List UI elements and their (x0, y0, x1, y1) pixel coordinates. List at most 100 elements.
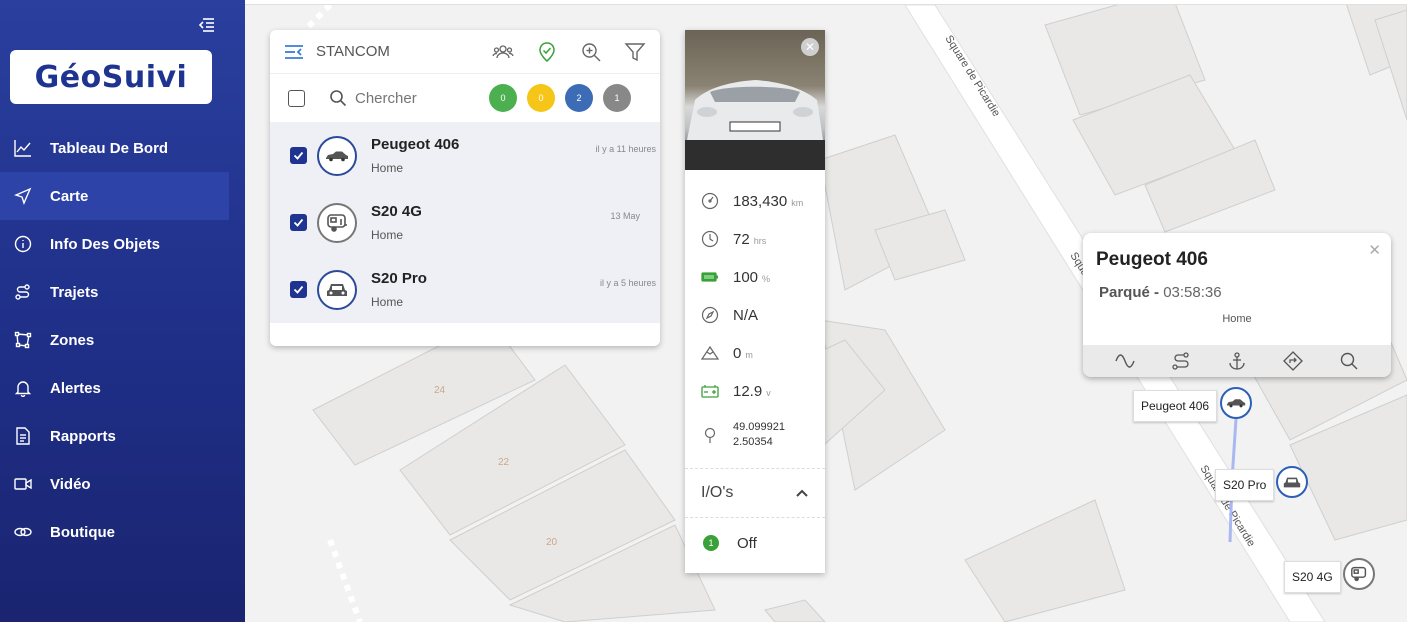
document-icon (16, 427, 30, 445)
io-index-badge: 1 (703, 535, 719, 551)
info-icon (14, 235, 32, 253)
io-row: 1 Off (685, 518, 825, 568)
search-row: 0 0 2 1 (270, 74, 660, 122)
item-location: Home (371, 228, 404, 242)
sedan-marker-icon[interactable] (1220, 387, 1252, 419)
history-wave-icon[interactable] (1115, 351, 1135, 371)
search-input[interactable] (355, 89, 485, 107)
trailer-icon (317, 202, 357, 243)
sidebar-item-alertes[interactable]: Alertes (0, 364, 245, 412)
sidebar-item-label: Rapports (50, 427, 116, 445)
building-number: 24 (434, 385, 446, 396)
select-all-checkbox[interactable] (288, 89, 305, 107)
parked-count-badge[interactable]: 2 (565, 84, 593, 112)
car-battery-icon (701, 385, 719, 398)
sidebar-item-boutique[interactable]: Boutique (0, 508, 245, 556)
search-icon (330, 90, 347, 107)
mountain-icon (701, 345, 719, 360)
sidebar-item-label: Trajets (50, 283, 99, 301)
route-icon (15, 284, 30, 300)
latitude-value: 49.099921 (733, 421, 785, 433)
collapse-menu-icon[interactable] (198, 16, 216, 34)
object-list: Peugeot 406 Home il y a 11 heures S20 4G… (270, 122, 660, 323)
io-value: Off (737, 534, 757, 552)
sidebar-item-info-des-objets[interactable]: Info Des Objets (0, 220, 245, 268)
compass-icon (701, 306, 719, 324)
trailer-marker-icon[interactable] (1343, 558, 1375, 590)
item-name: S20 Pro (371, 270, 427, 287)
building-number: 22 (498, 457, 510, 468)
item-name: Peugeot 406 (371, 136, 460, 153)
sidebar-item-tableau-de-bord[interactable]: Tableau De Bord (0, 124, 245, 172)
cart-icon (14, 527, 32, 537)
sidebar-item-label: Tableau De Bord (50, 139, 169, 157)
clock-icon (701, 230, 719, 248)
vehicle-popup: Peugeot 406 ✕ Parqué - 03:58:36 Home (1083, 233, 1391, 377)
altitude-stat: 0 m (685, 334, 825, 372)
battery-icon (701, 272, 718, 282)
item-location: Home (371, 161, 404, 175)
item-time: il y a 5 heures (599, 278, 656, 288)
collapse-panel-icon[interactable] (284, 44, 304, 60)
odometer-value: 183,430 (733, 192, 788, 210)
altitude-unit: m (745, 349, 753, 360)
list-item[interactable]: S20 4G Home 13 May (270, 189, 660, 256)
sidebar-item-trajets[interactable]: Trajets (0, 268, 245, 316)
engine-hours-stat: 72 hrs (685, 220, 825, 258)
battery-stat: 100 % (685, 258, 825, 296)
video-icon (14, 478, 32, 490)
search-icon[interactable] (1339, 351, 1359, 371)
directions-icon[interactable] (1283, 351, 1303, 371)
idle-count-badge[interactable]: 0 (527, 84, 555, 112)
list-item[interactable]: Peugeot 406 Home il y a 11 heures (270, 122, 660, 189)
chart-line-icon (14, 140, 31, 157)
vehicle-photo: ✕ (685, 30, 825, 170)
item-time: il y a 11 heures (595, 144, 656, 154)
top-bar (245, 0, 1407, 5)
sidebar-item-video[interactable]: Vidéo (0, 460, 245, 508)
marker-label[interactable]: S20 Pro (1215, 469, 1275, 501)
anchor-icon[interactable] (1227, 351, 1247, 371)
sidebar-item-rapports[interactable]: Rapports (0, 412, 245, 460)
item-checkbox[interactable] (290, 147, 307, 164)
car-front-icon (317, 269, 357, 310)
geofence-shield-icon[interactable] (536, 41, 558, 63)
logo[interactable]: GéoSuivi (10, 50, 212, 104)
close-details-button[interactable]: ✕ (801, 38, 819, 56)
sidebar-item-label: Info Des Objets (50, 235, 161, 253)
sidebar-item-label: Boutique (50, 523, 115, 541)
popup-close-button[interactable]: ✕ (1368, 241, 1381, 259)
marker-label[interactable]: Peugeot 406 (1133, 390, 1218, 422)
item-name: S20 4G (371, 203, 422, 220)
objects-panel: STANCOM 0 0 2 1 Peuge (270, 30, 660, 346)
group-title: STANCOM (316, 43, 390, 60)
item-checkbox[interactable] (290, 281, 307, 298)
logo-text: GéoSuivi (34, 59, 188, 95)
users-group-icon[interactable] (492, 41, 514, 63)
filter-icon[interactable] (624, 41, 646, 63)
engine-hours-unit: hrs (753, 235, 767, 246)
building-number: 20 (546, 537, 558, 548)
route-icon[interactable] (1171, 351, 1191, 371)
sidebar-item-carte[interactable]: Carte (0, 172, 229, 220)
sidebar-item-label: Alertes (50, 379, 101, 397)
item-checkbox[interactable] (290, 214, 307, 231)
chevron-up-icon[interactable] (795, 488, 809, 498)
list-item[interactable]: S20 Pro Home il y a 5 heures (270, 256, 660, 323)
battery-unit: % (762, 273, 771, 284)
sidebar-item-label: Zones (50, 331, 95, 349)
online-count-badge[interactable]: 0 (489, 84, 517, 112)
offline-count-badge[interactable]: 1 (603, 84, 631, 112)
sidebar-item-zones[interactable]: Zones (0, 316, 245, 364)
popup-actions (1083, 345, 1391, 377)
longitude-value: 2.50354 (733, 436, 773, 448)
heading-stat: N/A (685, 296, 825, 334)
objects-panel-header: STANCOM (270, 30, 660, 74)
io-section-header[interactable]: I/O's (685, 468, 825, 518)
odometer-unit: km (791, 197, 804, 208)
car-front-marker-icon[interactable] (1276, 466, 1308, 498)
zoom-in-icon[interactable] (580, 41, 602, 63)
marker-label[interactable]: S20 4G (1284, 561, 1341, 593)
sidebar: GéoSuivi Tableau De Bord Carte Info Des … (0, 0, 245, 622)
odometer-icon (701, 192, 719, 210)
